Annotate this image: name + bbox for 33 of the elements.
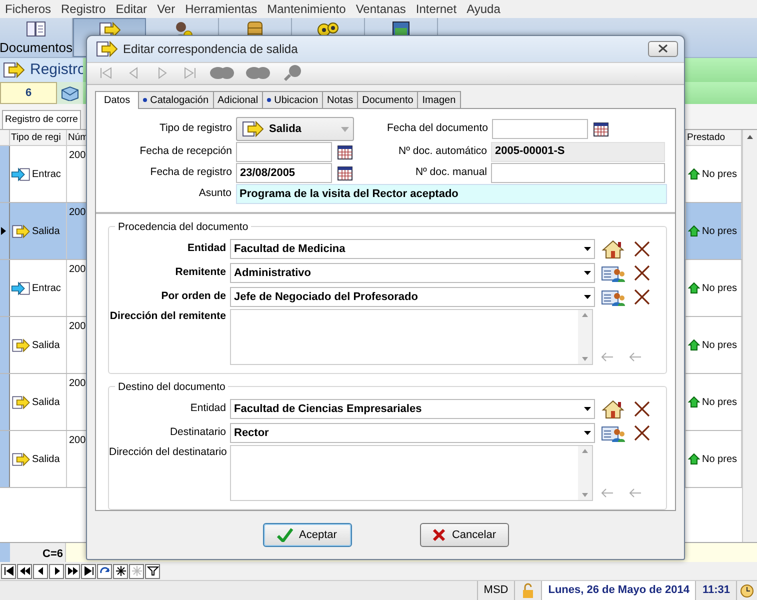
field-label: Nº doc. manual xyxy=(414,165,488,180)
table-cell-text: No pres xyxy=(702,396,738,410)
field-label: Fecha de recepción xyxy=(138,144,233,159)
status-time: 11:31 xyxy=(695,581,736,600)
field-label: Fecha de registro xyxy=(149,165,233,180)
table-cell-text: Entrac xyxy=(32,282,61,296)
field-label: Entidad xyxy=(189,401,227,416)
field-label: Por orden de xyxy=(160,289,227,304)
status-date: Lunes, 26 de Mayo de 2014 xyxy=(541,581,696,600)
field-label: Destinatario xyxy=(168,425,227,440)
table-cell-text: Salida xyxy=(32,224,60,238)
field-label: Asunto xyxy=(198,186,233,202)
status-user: MSD xyxy=(476,581,514,600)
field-label: Nº doc. automático xyxy=(398,144,488,159)
field-label: Tipo de registro xyxy=(158,121,233,136)
field-label: Dirección del remitente xyxy=(109,309,227,324)
window-title: Editar correspondencia de salida xyxy=(123,40,299,58)
field-label: Fecha del documento xyxy=(386,121,489,136)
field-label: Remitente xyxy=(174,265,227,280)
table-cell-text: No pres xyxy=(702,224,738,238)
record-count-footer: C=6 xyxy=(10,543,66,562)
field-label: Entidad xyxy=(186,241,227,256)
field-label: Dirección del destinatario xyxy=(109,445,228,460)
record-count: 6 xyxy=(0,82,57,104)
section-title: Registro xyxy=(30,60,86,80)
table-cell-text: Salida xyxy=(32,452,60,466)
table-cell-text: No pres xyxy=(702,282,738,296)
table-cell-text: No pres xyxy=(702,452,738,466)
table-cell-text: No pres xyxy=(702,168,738,182)
table-cell-text: Salida xyxy=(32,396,60,410)
table-cell-text: Entrac xyxy=(32,168,61,182)
table-cell-text: Salida xyxy=(32,338,60,352)
table-cell-text: No pres xyxy=(702,338,738,352)
